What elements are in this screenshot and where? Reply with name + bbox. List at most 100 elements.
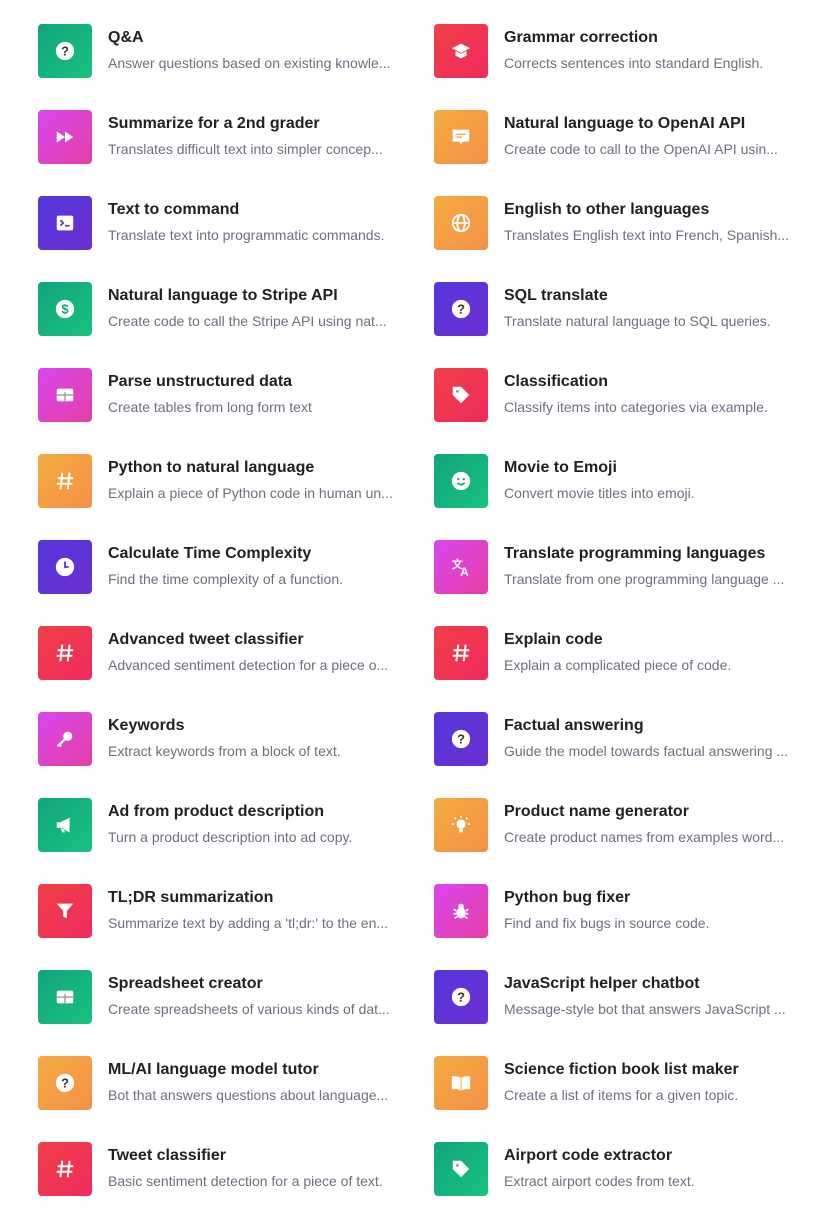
example-tweet-classifier[interactable]: Tweet classifier Basic sentiment detecti… <box>38 1142 408 1196</box>
svg-text:A: A <box>460 565 469 578</box>
example-q-a[interactable]: ? Q&A Answer questions based on existing… <box>38 24 408 78</box>
example-text: English to other languages Translates En… <box>504 196 804 250</box>
example-python-to-natural-language[interactable]: Python to natural language Explain a pie… <box>38 454 408 508</box>
table-icon <box>38 970 92 1024</box>
example-description: Create code to call to the OpenAI API us… <box>504 141 778 157</box>
svg-text:?: ? <box>457 732 465 747</box>
example-title: Tweet classifier <box>108 1147 226 1164</box>
example-description: Guide the model towards factual answerin… <box>504 743 789 759</box>
table-icon <box>38 368 92 422</box>
example-title: Keywords <box>108 717 185 734</box>
example-title: Classification <box>504 373 609 390</box>
example-description: Create a list of items for a given topic… <box>504 1087 739 1103</box>
example-description: Translates English text into French, Spa… <box>504 227 790 243</box>
example-title: Spreadsheet creator <box>108 975 263 992</box>
example-advanced-tweet-classifier[interactable]: Advanced tweet classifier Advanced senti… <box>38 626 408 680</box>
example-text: TL;DR summarization Summarize text by ad… <box>108 884 408 938</box>
example-text: Science fiction book list maker Create a… <box>504 1056 804 1110</box>
example-science-fiction-book-list-maker[interactable]: Science fiction book list maker Create a… <box>434 1056 804 1110</box>
example-title: Python bug fixer <box>504 889 631 906</box>
example-javascript-helper-chatbot[interactable]: ? JavaScript helper chatbot Message-styl… <box>434 970 804 1024</box>
example-title: Python to natural language <box>108 459 315 476</box>
example-description: Message-style bot that answers JavaScrip… <box>504 1001 786 1017</box>
example-description: Bot that answers questions about languag… <box>108 1087 389 1103</box>
examples-left-column: ? Q&A Answer questions based on existing… <box>38 24 408 1228</box>
example-text: Advanced tweet classifier Advanced senti… <box>108 626 408 680</box>
translate-icon: 文A <box>434 540 488 594</box>
example-keywords[interactable]: Keywords Extract keywords from a block o… <box>38 712 408 766</box>
example-title: Q&A <box>108 29 144 46</box>
example-title: Ad from product description <box>108 803 324 820</box>
example-parse-unstructured-data[interactable]: Parse unstructured data Create tables fr… <box>38 368 408 422</box>
example-description: Extract keywords from a block of text. <box>108 743 341 759</box>
example-english-to-other-languages[interactable]: English to other languages Translates En… <box>434 196 804 250</box>
example-title: Science fiction book list maker <box>504 1061 739 1078</box>
example-description: Translate text into programmatic command… <box>108 227 385 243</box>
svg-text:$: $ <box>61 302 68 317</box>
question-icon: ? <box>434 970 488 1024</box>
example-tl-dr-summarization[interactable]: TL;DR summarization Summarize text by ad… <box>38 884 408 938</box>
example-description: Create spreadsheets of various kinds of … <box>108 1001 390 1017</box>
example-description: Extract airport codes from text. <box>504 1173 695 1189</box>
example-text: SQL translate Translate natural language… <box>504 282 804 336</box>
example-text: Natural language to Stripe API Create co… <box>108 282 408 336</box>
example-title: Explain code <box>504 631 603 648</box>
example-description: Basic sentiment detection for a piece of… <box>108 1173 383 1189</box>
example-title: Factual answering <box>504 717 644 734</box>
example-explain-code[interactable]: Explain code Explain a complicated piece… <box>434 626 804 680</box>
example-ml-ai-language-model-tutor[interactable]: ? ML/AI language model tutor Bot that an… <box>38 1056 408 1110</box>
globe-icon <box>434 196 488 250</box>
example-text: Explain code Explain a complicated piece… <box>504 626 804 680</box>
example-title: Summarize for a 2nd grader <box>108 115 320 132</box>
example-title: Airport code extractor <box>504 1147 673 1164</box>
example-title: Natural language to Stripe API <box>108 287 338 304</box>
example-text: Calculate Time Complexity Find the time … <box>108 540 408 594</box>
example-description: Find the time complexity of a function. <box>108 571 343 587</box>
fast-forward-icon <box>38 110 92 164</box>
example-text: ML/AI language model tutor Bot that answ… <box>108 1056 408 1110</box>
example-factual-answering[interactable]: ? Factual answering Guide the model towa… <box>434 712 804 766</box>
example-product-name-generator[interactable]: Product name generator Create product na… <box>434 798 804 852</box>
example-python-bug-fixer[interactable]: Python bug fixer Find and fix bugs in so… <box>434 884 804 938</box>
example-text: Natural language to OpenAI API Create co… <box>504 110 804 164</box>
example-description: Corrects sentences into standard English… <box>504 55 764 71</box>
example-title: Advanced tweet classifier <box>108 631 304 648</box>
hash-icon <box>38 454 92 508</box>
question-icon: ? <box>38 1056 92 1110</box>
example-text: Summarize for a 2nd grader Translates di… <box>108 110 408 164</box>
example-description: Answer questions based on existing knowl… <box>108 55 391 71</box>
example-title: Calculate Time Complexity <box>108 545 312 562</box>
example-natural-language-to-stripe-api[interactable]: $ Natural language to Stripe API Create … <box>38 282 408 336</box>
example-spreadsheet-creator[interactable]: Spreadsheet creator Create spreadsheets … <box>38 970 408 1024</box>
example-text-to-command[interactable]: Text to command Translate text into prog… <box>38 196 408 250</box>
example-classification[interactable]: Classification Classify items into categ… <box>434 368 804 422</box>
graduation-cap-icon <box>434 24 488 78</box>
example-movie-to-emoji[interactable]: Movie to Emoji Convert movie titles into… <box>434 454 804 508</box>
example-text: Factual answering Guide the model toward… <box>504 712 804 766</box>
example-calculate-time-complexity[interactable]: Calculate Time Complexity Find the time … <box>38 540 408 594</box>
example-text: Keywords Extract keywords from a block o… <box>108 712 408 766</box>
example-grammar-correction[interactable]: Grammar correction Corrects sentences in… <box>434 24 804 78</box>
example-title: Translate programming languages <box>504 545 766 562</box>
example-text: Text to command Translate text into prog… <box>108 196 408 250</box>
example-ad-from-product-description[interactable]: Ad from product description Turn a produ… <box>38 798 408 852</box>
svg-text:?: ? <box>457 990 465 1005</box>
example-description: Explain a complicated piece of code. <box>504 657 732 673</box>
example-title: SQL translate <box>504 287 608 304</box>
smile-icon <box>434 454 488 508</box>
example-title: Text to command <box>108 201 240 218</box>
key-icon <box>38 712 92 766</box>
example-description: Create product names from examples word.… <box>504 829 785 845</box>
example-description: Classify items into categories via examp… <box>504 399 768 415</box>
example-text: Spreadsheet creator Create spreadsheets … <box>108 970 408 1024</box>
example-description: Convert movie titles into emoji. <box>504 485 695 501</box>
example-airport-code-extractor[interactable]: Airport code extractor Extract airport c… <box>434 1142 804 1196</box>
example-text: Airport code extractor Extract airport c… <box>504 1142 804 1196</box>
example-natural-language-to-openai-api[interactable]: Natural language to OpenAI API Create co… <box>434 110 804 164</box>
example-sql-translate[interactable]: ? SQL translate Translate natural langua… <box>434 282 804 336</box>
hash-icon <box>434 626 488 680</box>
example-text: Q&A Answer questions based on existing k… <box>108 24 408 78</box>
example-summarize-for-a-2nd-grader[interactable]: Summarize for a 2nd grader Translates di… <box>38 110 408 164</box>
example-translate-programming-languages[interactable]: 文A Translate programming languages Trans… <box>434 540 804 594</box>
question-icon: ? <box>38 24 92 78</box>
